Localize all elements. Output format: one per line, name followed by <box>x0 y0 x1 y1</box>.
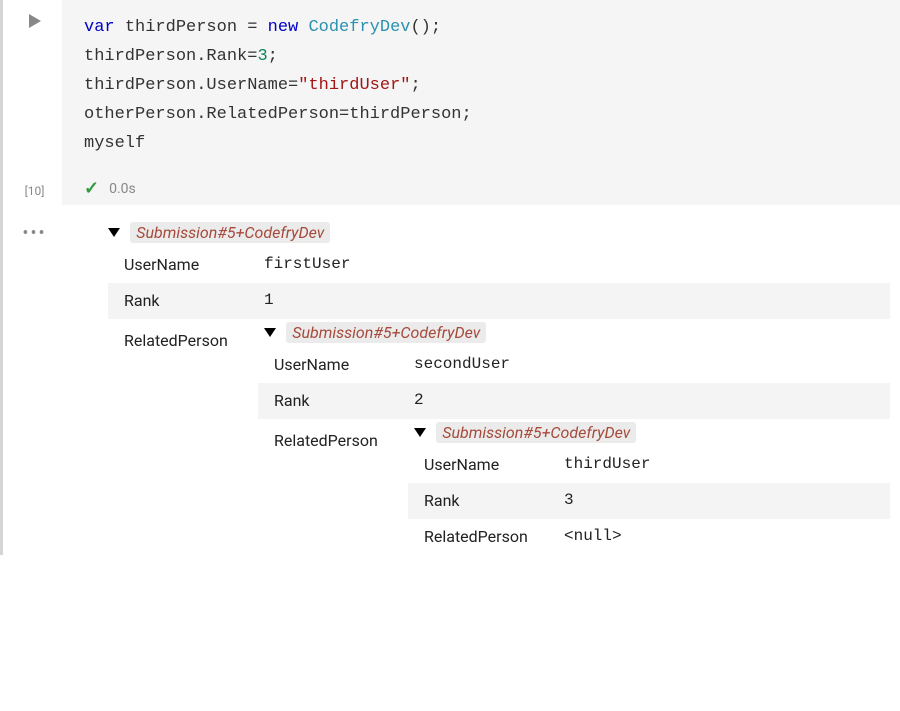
expander-icon[interactable] <box>414 428 426 437</box>
property-row[interactable]: RelatedPerson <null> <box>408 519 890 555</box>
property-key: Rank <box>408 483 558 516</box>
property-value: thirdUser <box>558 447 890 479</box>
property-key: Rank <box>258 383 408 416</box>
run-icon[interactable] <box>29 14 41 28</box>
property-row[interactable]: Rank 1 <box>108 283 890 319</box>
type-label: Submission#5+CodefryDev <box>436 422 636 443</box>
type-label: Submission#5+CodefryDev <box>286 322 486 343</box>
property-value: secondUser <box>408 347 890 379</box>
property-row[interactable]: RelatedPerson Submission#5+CodefryDev Us… <box>108 319 890 555</box>
code-line: thirdPerson.Rank=3; <box>84 43 878 72</box>
identifier: thirdPerson <box>125 18 237 37</box>
property-key: Rank <box>108 283 258 316</box>
object-header[interactable]: Submission#5+CodefryDev <box>258 319 890 347</box>
object-header[interactable]: Submission#5+CodefryDev <box>108 219 890 247</box>
code-line: thirdPerson.UserName="thirdUser"; <box>84 72 878 101</box>
execution-count: [10] <box>7 180 62 198</box>
code-cell: var thirdPerson = new CodefryDev(); thir… <box>0 0 900 172</box>
result-row: [10] ✓ 0.0s <box>0 172 900 211</box>
property-value: <null> <box>558 519 890 551</box>
object-header[interactable]: Submission#5+CodefryDev <box>408 419 890 447</box>
success-icon: ✓ <box>84 178 99 199</box>
property-row[interactable]: Rank 3 <box>408 483 890 519</box>
output-tree: Submission#5+CodefryDev UserName firstUs… <box>62 219 900 555</box>
code-line: otherPerson.RelatedPerson=thirdPerson; <box>84 101 878 130</box>
code-line: var thirdPerson = new CodefryDev(); <box>84 14 878 43</box>
property-value: 2 <box>408 383 890 415</box>
property-value: 3 <box>558 483 890 515</box>
cell-gutter <box>7 0 62 172</box>
property-key: RelatedPerson <box>408 519 558 552</box>
property-row[interactable]: Rank 2 <box>258 383 890 419</box>
more-icon[interactable]: ••• <box>22 223 46 244</box>
property-row[interactable]: UserName secondUser <box>258 347 890 383</box>
keyword: new <box>268 18 299 37</box>
expander-icon[interactable] <box>264 328 276 337</box>
property-key: UserName <box>108 247 258 280</box>
property-key: UserName <box>408 447 558 480</box>
code-line: myself <box>84 130 878 159</box>
property-row[interactable]: UserName thirdUser <box>408 447 890 483</box>
type: CodefryDev <box>308 18 410 37</box>
property-row[interactable]: UserName firstUser <box>108 247 890 283</box>
property-key: UserName <box>258 347 408 380</box>
timing-label: 0.0s <box>109 181 136 197</box>
property-value: firstUser <box>258 247 890 279</box>
code-block[interactable]: var thirdPerson = new CodefryDev(); thir… <box>62 0 900 172</box>
property-key: RelatedPerson <box>258 419 408 456</box>
property-key: RelatedPerson <box>108 319 258 356</box>
property-row[interactable]: RelatedPerson Submission#5+CodefryDev Us <box>258 419 890 555</box>
keyword: var <box>84 18 115 37</box>
output-gutter: ••• <box>7 219 62 555</box>
expander-icon[interactable] <box>108 228 120 237</box>
output-cell: ••• Submission#5+CodefryDev UserName fir… <box>0 211 900 555</box>
type-label: Submission#5+CodefryDev <box>130 222 330 243</box>
property-value: 1 <box>258 283 890 315</box>
